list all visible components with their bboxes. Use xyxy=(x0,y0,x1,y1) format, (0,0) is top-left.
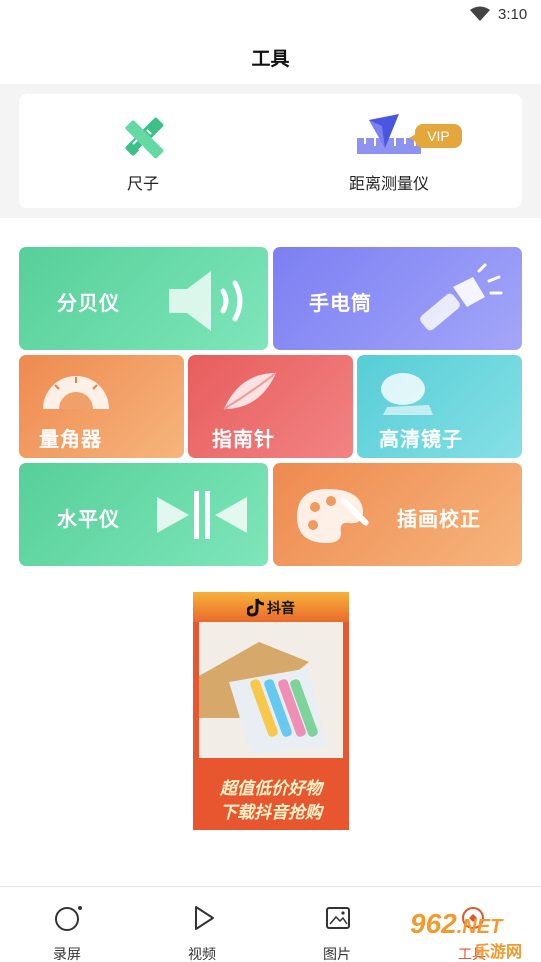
watermark-number: 962 xyxy=(410,908,457,939)
compass-label: 指南针 xyxy=(212,429,275,451)
level-tile[interactable]: 水平仪 xyxy=(19,463,268,566)
nav-record[interactable]: 录屏 xyxy=(17,887,117,962)
mirror-tile[interactable]: 高清镜子 xyxy=(357,355,522,458)
ruler-icon xyxy=(125,117,164,159)
compass-icon xyxy=(223,372,277,410)
top-tools-card: 尺子 距离测量仪 VIP xyxy=(19,94,522,208)
mirror-label: 高清镜子 xyxy=(379,429,463,451)
flashlight-icon xyxy=(420,263,503,331)
play-icon xyxy=(195,906,214,930)
ad-brand: 抖音 xyxy=(267,600,295,616)
vip-badge: VIP xyxy=(409,124,462,148)
protractor-tile[interactable]: 量角器 xyxy=(19,355,184,458)
douyin-logo-icon xyxy=(247,598,265,617)
image-icon xyxy=(326,907,350,929)
nav-image-label: 图片 xyxy=(323,946,351,962)
product-photo xyxy=(199,622,343,758)
ad-slogan-1: 超值低价好物 xyxy=(220,779,322,798)
nav-record-label: 录屏 xyxy=(53,946,81,962)
speaker-icon xyxy=(169,271,243,331)
ad-product-image xyxy=(199,622,343,758)
flashlight-label: 手电筒 xyxy=(309,293,372,315)
status-bar: 3:10 xyxy=(0,0,541,30)
nav-image[interactable]: 图片 xyxy=(287,887,387,962)
tool-grid: 分贝仪 手电筒 量角器 指南针 高清镜子 水平仪 插画校正 抖音 超值低价好物 … xyxy=(0,218,541,886)
wifi-icon xyxy=(470,6,490,21)
status-time: 3:10 xyxy=(498,6,528,23)
distance-measure-label: 距离测量仪 xyxy=(348,176,429,193)
level-label: 水平仪 xyxy=(57,509,120,531)
page-title: 工具 xyxy=(251,49,290,70)
watermark-suffix: .NET xyxy=(456,916,503,938)
compass-tile[interactable]: 指南针 xyxy=(188,355,353,458)
protractor-icon xyxy=(43,376,109,409)
header: 工具 xyxy=(0,30,541,84)
flashlight-tile[interactable]: 手电筒 xyxy=(273,247,522,350)
ad-banner[interactable]: 抖音 超值低价好物 下载抖音抢购 xyxy=(193,592,349,830)
mirror-icon xyxy=(381,373,433,415)
watermark-logo: 962.NET xyxy=(410,908,502,940)
decibel-meter-label: 分贝仪 xyxy=(57,293,120,315)
top-tools-area: 尺子 距离测量仪 VIP xyxy=(0,84,541,218)
nav-video[interactable]: 视频 xyxy=(152,887,252,962)
ruler-label: 尺子 xyxy=(126,176,159,193)
record-icon xyxy=(55,906,82,931)
ad-slogan-2: 下载抖音抢购 xyxy=(220,803,322,822)
palette-icon xyxy=(297,489,369,543)
illustration-correction-tile[interactable]: 插画校正 xyxy=(273,463,522,566)
nav-video-label: 视频 xyxy=(188,946,216,962)
illustration-correction-label: 插画校正 xyxy=(397,509,481,531)
decibel-meter-tile[interactable]: 分贝仪 xyxy=(19,247,268,350)
level-icon xyxy=(157,491,247,539)
ruler-tool[interactable]: 尺子 xyxy=(63,114,223,194)
watermark-sub: 乐游网 xyxy=(474,944,523,961)
protractor-label: 量角器 xyxy=(39,429,102,451)
